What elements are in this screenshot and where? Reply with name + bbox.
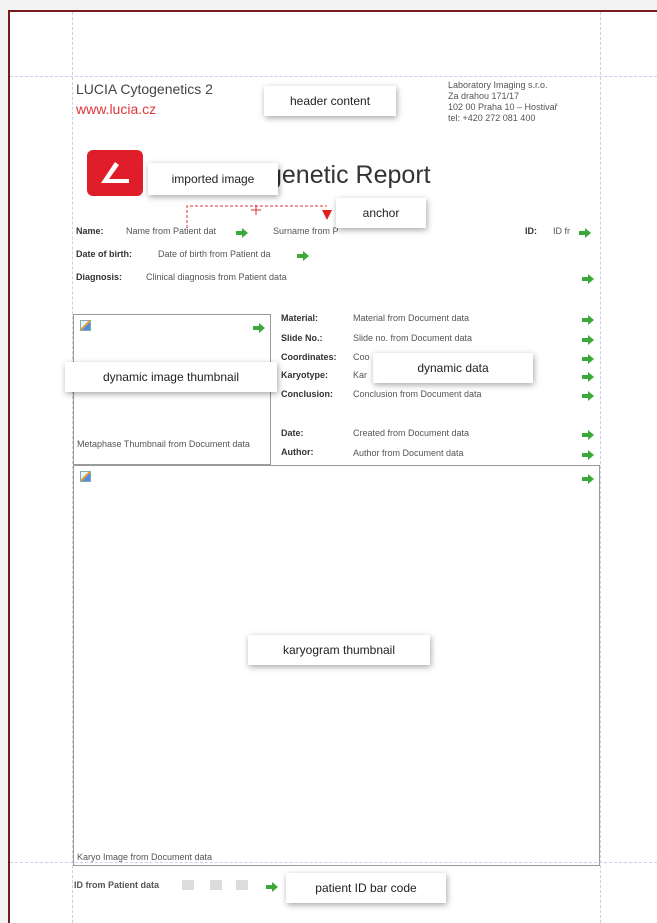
metaphase-caption: Metaphase Thumbnail from Document data: [77, 439, 250, 449]
green-arrow-icon[interactable]: [582, 312, 594, 325]
address-line: Laboratory Imaging s.r.o.: [448, 80, 548, 90]
dob-value: Date of birth from Patient da: [158, 249, 271, 259]
green-arrow-icon[interactable]: [582, 332, 594, 345]
company-url[interactable]: www.lucia.cz: [76, 101, 156, 117]
name-value: Name from Patient dat: [126, 226, 217, 236]
green-arrow-icon[interactable]: [582, 447, 594, 460]
green-arrow-icon[interactable]: [582, 369, 594, 382]
author-value: Author from Document data: [353, 448, 464, 458]
green-arrow-icon[interactable]: [297, 248, 309, 261]
company-name: LUCIA Cytogenetics 2: [76, 81, 213, 97]
karyogram-thumbnail[interactable]: Karyo Image from Document data: [73, 465, 600, 866]
conclusion-value: Conclusion from Document data: [353, 389, 482, 399]
image-placeholder-icon: [80, 471, 91, 482]
callout-dynamic-data: dynamic data: [373, 353, 533, 383]
green-arrow-icon[interactable]: [266, 879, 278, 892]
surname-value: Surname from P: [273, 226, 339, 236]
barcode-block: [210, 880, 222, 890]
report-page: LUCIA Cytogenetics 2 www.lucia.cz Labora…: [8, 10, 657, 923]
dob-label: Date of birth:: [76, 249, 132, 259]
material-label: Material:: [281, 313, 319, 323]
callout-karyogram-thumbnail: karyogram thumbnail: [248, 635, 430, 665]
address-line: Za drahou 171/17: [448, 91, 520, 101]
address-line: 102 00 Praha 10 – Hostivař: [448, 102, 558, 112]
lucia-logo[interactable]: [87, 150, 143, 196]
karyotype-label: Karyotype:: [281, 370, 329, 380]
date-value: Created from Document data: [353, 428, 470, 438]
margin-guide-top: [10, 76, 657, 77]
coordinates-label: Coordinates:: [281, 352, 337, 362]
callout-patient-id-bar-code: patient ID bar code: [286, 873, 446, 903]
green-arrow-icon[interactable]: [582, 351, 594, 364]
margin-guide-right: [600, 12, 601, 923]
callout-anchor: anchor: [336, 198, 426, 228]
id-value: ID fr: [553, 226, 570, 236]
diagnosis-value: Clinical diagnosis from Patient data: [146, 272, 287, 282]
green-arrow-icon[interactable]: [582, 271, 594, 284]
callout-imported-image: imported image: [148, 163, 278, 195]
id-label: ID:: [525, 226, 537, 236]
material-value: Material from Document data: [353, 313, 470, 323]
green-arrow-icon[interactable]: [253, 320, 265, 333]
callout-dynamic-image-thumbnail: dynamic image thumbnail: [65, 362, 277, 392]
karyotype-value: Kar: [353, 370, 368, 380]
karyo-caption: Karyo Image from Document data: [77, 852, 213, 862]
logo-mark-icon: [101, 162, 129, 183]
author-label: Author:: [281, 447, 314, 457]
coordinates-value: Coo: [353, 352, 370, 362]
conclusion-label: Conclusion:: [281, 389, 333, 399]
green-arrow-icon[interactable]: [582, 388, 594, 401]
green-arrow-icon[interactable]: [582, 471, 594, 484]
report-title: genetic Report: [268, 161, 431, 189]
green-arrow-icon[interactable]: [579, 225, 591, 238]
company-address: Laboratory Imaging s.r.o. Za drahou 171/…: [448, 80, 558, 124]
name-label: Name:: [76, 226, 104, 236]
date-label: Date:: [281, 428, 304, 438]
barcode-block: [182, 880, 194, 890]
callout-header-content: header content: [264, 86, 396, 116]
green-arrow-icon[interactable]: [582, 427, 594, 440]
diagnosis-label: Diagnosis:: [76, 272, 123, 282]
address-line: tel: +420 272 081 400: [448, 113, 536, 123]
slide-label: Slide No.:: [281, 333, 323, 343]
slide-value: Slide no. from Document data: [353, 333, 473, 343]
image-placeholder-icon: [80, 320, 91, 331]
barcode-block: [236, 880, 248, 890]
barcode-text: ID from Patient data: [74, 880, 160, 890]
green-arrow-icon[interactable]: [236, 225, 248, 238]
